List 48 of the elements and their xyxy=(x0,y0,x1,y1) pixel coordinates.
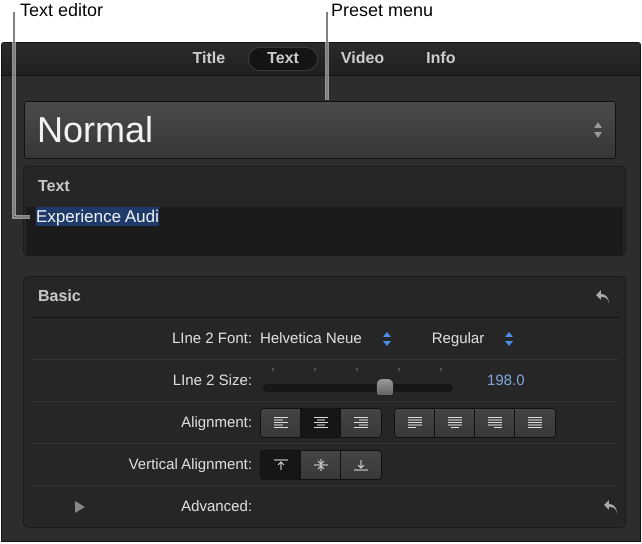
row-label: Vertical Alignment: xyxy=(128,456,252,473)
text-editor[interactable]: Experience Audi xyxy=(26,207,623,255)
align-button[interactable] xyxy=(435,408,475,436)
section-title: Basic xyxy=(38,288,81,306)
reset-icon[interactable] xyxy=(603,498,619,516)
tab[interactable]: Title xyxy=(174,47,244,71)
align-button[interactable] xyxy=(261,408,301,436)
align-button[interactable] xyxy=(341,408,381,436)
align-icon xyxy=(448,417,462,428)
stepper-icon[interactable] xyxy=(382,330,392,346)
align-button[interactable] xyxy=(261,450,301,478)
align-button[interactable] xyxy=(515,408,555,436)
callout-label: Text editor xyxy=(20,0,104,21)
stepper-icon[interactable] xyxy=(504,330,514,346)
editor-text: Experience Audi xyxy=(36,207,159,226)
stepper-icon xyxy=(593,121,603,139)
size-slider[interactable] xyxy=(263,366,453,396)
row-label: LIne 2 Font: xyxy=(172,330,252,347)
align-button[interactable] xyxy=(301,408,341,436)
align-button[interactable] xyxy=(475,408,515,436)
callout-label: Preset menu xyxy=(331,0,434,21)
tab[interactable]: Text xyxy=(248,47,318,71)
font-family[interactable]: Helvetica Neue xyxy=(260,330,362,347)
align-icon xyxy=(488,417,502,428)
align-button[interactable] xyxy=(301,450,341,478)
vertical-align-icon xyxy=(354,458,368,470)
align-icon xyxy=(314,417,328,428)
vertical-align-icon xyxy=(314,458,328,470)
tab[interactable]: Video xyxy=(322,47,404,71)
slider-thumb[interactable] xyxy=(376,378,394,396)
row-label: LIne 2 Size: xyxy=(172,372,252,389)
preset-menu[interactable]: Normal xyxy=(24,101,616,159)
align-button[interactable] xyxy=(341,450,381,478)
align-icon xyxy=(274,417,288,428)
preset-value: Normal xyxy=(37,109,154,151)
align-icon xyxy=(354,417,368,428)
row-label: Alignment: xyxy=(181,414,252,431)
align-icon xyxy=(528,417,542,428)
tab[interactable]: Info xyxy=(407,47,474,71)
reset-icon[interactable] xyxy=(595,288,611,306)
disclosure-triangle-icon[interactable] xyxy=(74,500,85,512)
align-icon xyxy=(408,417,422,428)
row-label: Advanced: xyxy=(181,498,252,515)
section-title: Text xyxy=(38,178,70,196)
vertical-align-icon xyxy=(274,458,288,470)
align-button[interactable] xyxy=(395,408,435,436)
font-style[interactable]: Regular xyxy=(432,330,484,347)
size-value[interactable]: 198.0 xyxy=(487,372,525,389)
